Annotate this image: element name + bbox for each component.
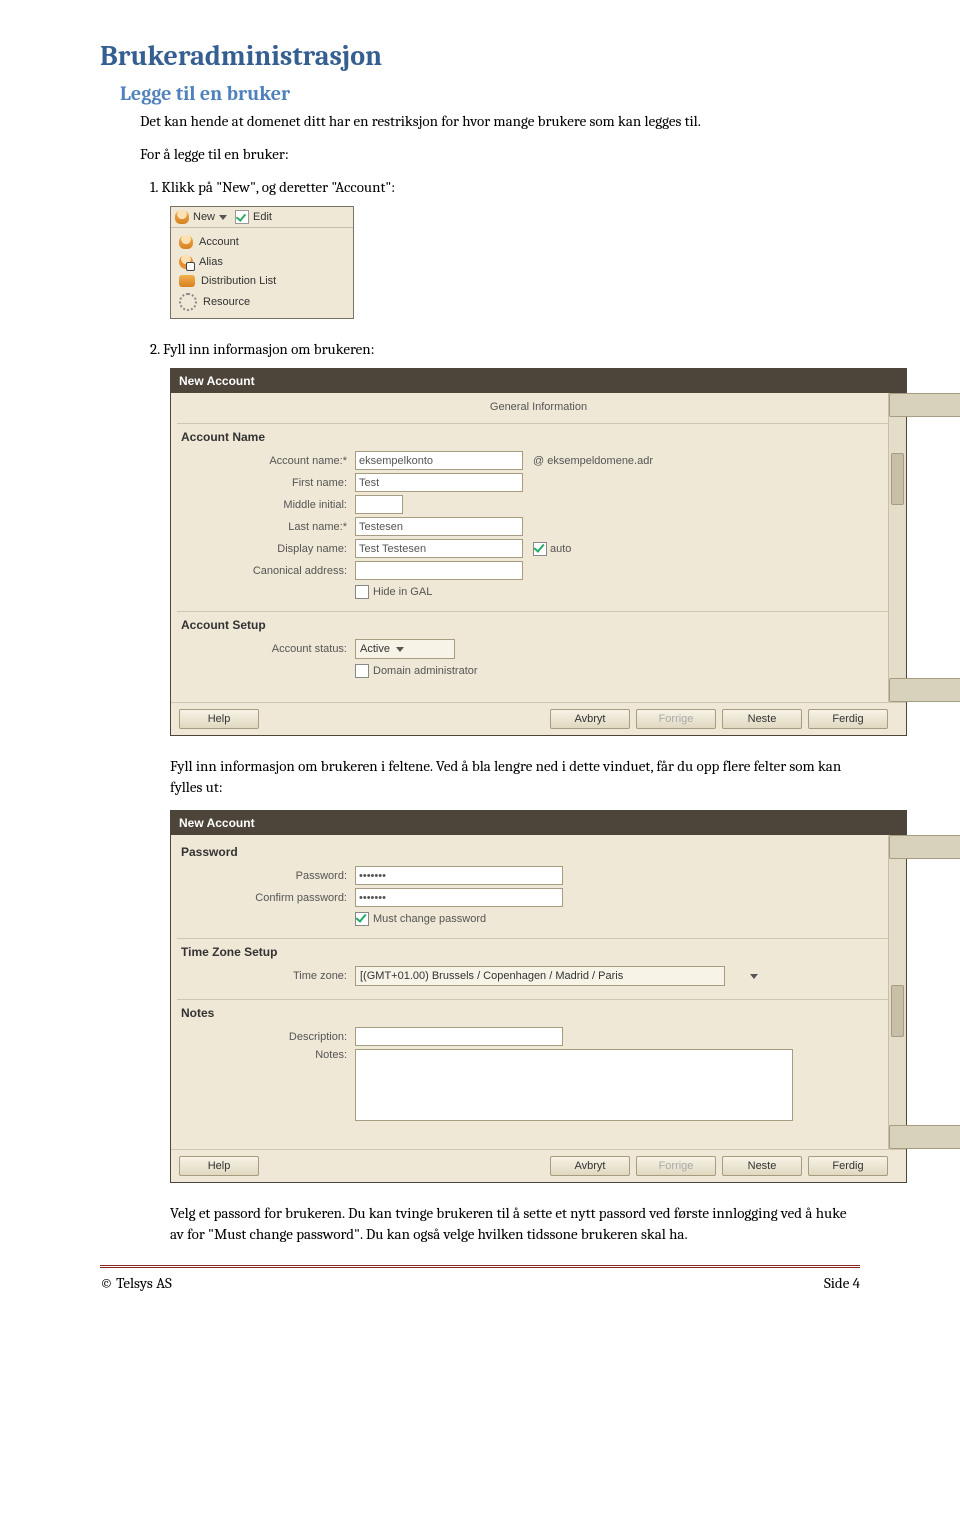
avbryt-button[interactable]: Avbryt [550, 1156, 630, 1176]
dialog-title: New Account [171, 811, 906, 835]
forrige-button[interactable]: Forrige [636, 709, 716, 729]
dialog-heading: General Information [177, 401, 900, 419]
alias-icon [179, 255, 193, 269]
label-confirm-password: Confirm password: [197, 892, 355, 904]
label-auto: auto [550, 543, 571, 555]
first-name-input[interactable] [355, 473, 523, 492]
label-account-status: Account status: [197, 643, 355, 655]
neste-button[interactable]: Neste [722, 709, 802, 729]
menu-item-label: Alias [199, 256, 223, 268]
timezone-select[interactable]: [(GMT+01.00) Brussels / Copenhagen / Mad… [355, 966, 725, 986]
new-account-dialog-1: New Account General Information Account … [170, 368, 907, 736]
menu-item-label: Account [199, 236, 239, 248]
scroll-up-button[interactable] [889, 393, 960, 417]
menu-screenshot: New Edit Account Alias [170, 206, 354, 319]
section-account-setup: Account Setup [177, 616, 900, 636]
label-must-change: Must change password [373, 913, 486, 925]
section-password: Password [177, 843, 900, 863]
notes-textarea[interactable] [355, 1049, 793, 1121]
neste-button[interactable]: Neste [722, 1156, 802, 1176]
scroll-thumb[interactable] [891, 453, 904, 505]
label-middle-initial: Middle initial: [197, 499, 355, 511]
user-icon [179, 235, 193, 249]
label-display-name: Display name: [197, 543, 355, 555]
last-name-input[interactable] [355, 517, 523, 536]
distribution-list-icon [179, 275, 195, 287]
help-button[interactable]: Help [179, 709, 259, 729]
scrollbar[interactable] [888, 835, 906, 1149]
section-notes: Notes [177, 1004, 900, 1024]
edit-button[interactable]: Edit [235, 210, 272, 224]
footer-right: Side 4 [824, 1274, 860, 1292]
ferdig-button[interactable]: Ferdig [808, 709, 888, 729]
display-name-input[interactable] [355, 539, 523, 558]
domain-suffix: @ eksempeldomene.adr [533, 455, 653, 467]
step-2-text: 2. Fyll inn informasjon om brukeren: [100, 339, 860, 360]
scrollbar[interactable] [888, 393, 906, 702]
section-account-name: Account Name [177, 428, 900, 448]
new-account-dialog-2: New Account Password Password: Confirm p… [170, 810, 907, 1183]
forrige-button[interactable]: Forrige [636, 1156, 716, 1176]
account-status-select[interactable]: Active [355, 639, 455, 659]
user-icon [175, 210, 189, 224]
footer-left: © Telsys AS [100, 1274, 172, 1292]
label-timezone: Time zone: [197, 970, 355, 982]
label-first-name: First name: [197, 477, 355, 489]
must-change-password-checkbox[interactable] [355, 912, 369, 926]
label-canonical: Canonical address: [197, 565, 355, 577]
intro-text-2: For å legge til en bruker: [100, 144, 860, 165]
edit-button-label: Edit [253, 211, 272, 223]
password-input[interactable] [355, 866, 563, 885]
section-heading: Legge til en bruker [100, 82, 860, 105]
account-name-input[interactable] [355, 451, 523, 470]
caret-down-icon [219, 215, 227, 220]
label-last-name: Last name:* [197, 521, 355, 533]
new-button[interactable]: New [175, 210, 227, 224]
description-input[interactable] [355, 1027, 563, 1046]
timezone-value: [(GMT+01.00) Brussels / Copenhagen / Mad… [360, 970, 623, 982]
after-step2-text: Fyll inn informasjon om brukeren i felte… [100, 756, 860, 798]
after-step3-text: Velg et passord for brukeren. Du kan tvi… [100, 1203, 860, 1245]
label-password: Password: [197, 870, 355, 882]
menu-item-label: Distribution List [201, 275, 276, 287]
canonical-input[interactable] [355, 561, 523, 580]
confirm-password-input[interactable] [355, 888, 563, 907]
menu-item-alias[interactable]: Alias [177, 252, 347, 272]
middle-initial-input[interactable] [355, 495, 403, 514]
caret-down-icon [750, 974, 758, 979]
scroll-down-button[interactable] [889, 678, 960, 702]
scroll-thumb[interactable] [891, 985, 904, 1037]
label-account-name: Account name:* [197, 455, 355, 467]
label-notes: Notes: [197, 1049, 355, 1061]
label-description: Description: [197, 1031, 355, 1043]
dialog-title: New Account [171, 369, 906, 393]
menu-item-account[interactable]: Account [177, 232, 347, 252]
step-1-text: 1. Klikk på "New", og deretter "Account"… [100, 177, 860, 198]
scroll-up-button[interactable] [889, 835, 960, 859]
intro-text: Det kan hende at domenet ditt har en res… [100, 111, 860, 132]
menu-item-distribution-list[interactable]: Distribution List [177, 272, 347, 290]
section-timezone: Time Zone Setup [177, 943, 900, 963]
hide-gal-checkbox[interactable] [355, 585, 369, 599]
new-button-label: New [193, 211, 215, 223]
domain-admin-checkbox[interactable] [355, 664, 369, 678]
check-icon [235, 210, 249, 224]
caret-down-icon [396, 647, 404, 652]
avbryt-button[interactable]: Avbryt [550, 709, 630, 729]
page-title: Brukeradministrasjon [100, 40, 860, 72]
label-hide-gal: Hide in GAL [373, 586, 432, 598]
ferdig-button[interactable]: Ferdig [808, 1156, 888, 1176]
menu-item-label: Resource [203, 296, 250, 308]
gear-icon [179, 293, 197, 311]
label-domain-admin: Domain administrator [373, 665, 478, 677]
help-button[interactable]: Help [179, 1156, 259, 1176]
account-status-value: Active [360, 643, 390, 655]
menu-item-resource[interactable]: Resource [177, 290, 347, 314]
scroll-down-button[interactable] [889, 1125, 960, 1149]
auto-checkbox[interactable] [533, 542, 547, 556]
